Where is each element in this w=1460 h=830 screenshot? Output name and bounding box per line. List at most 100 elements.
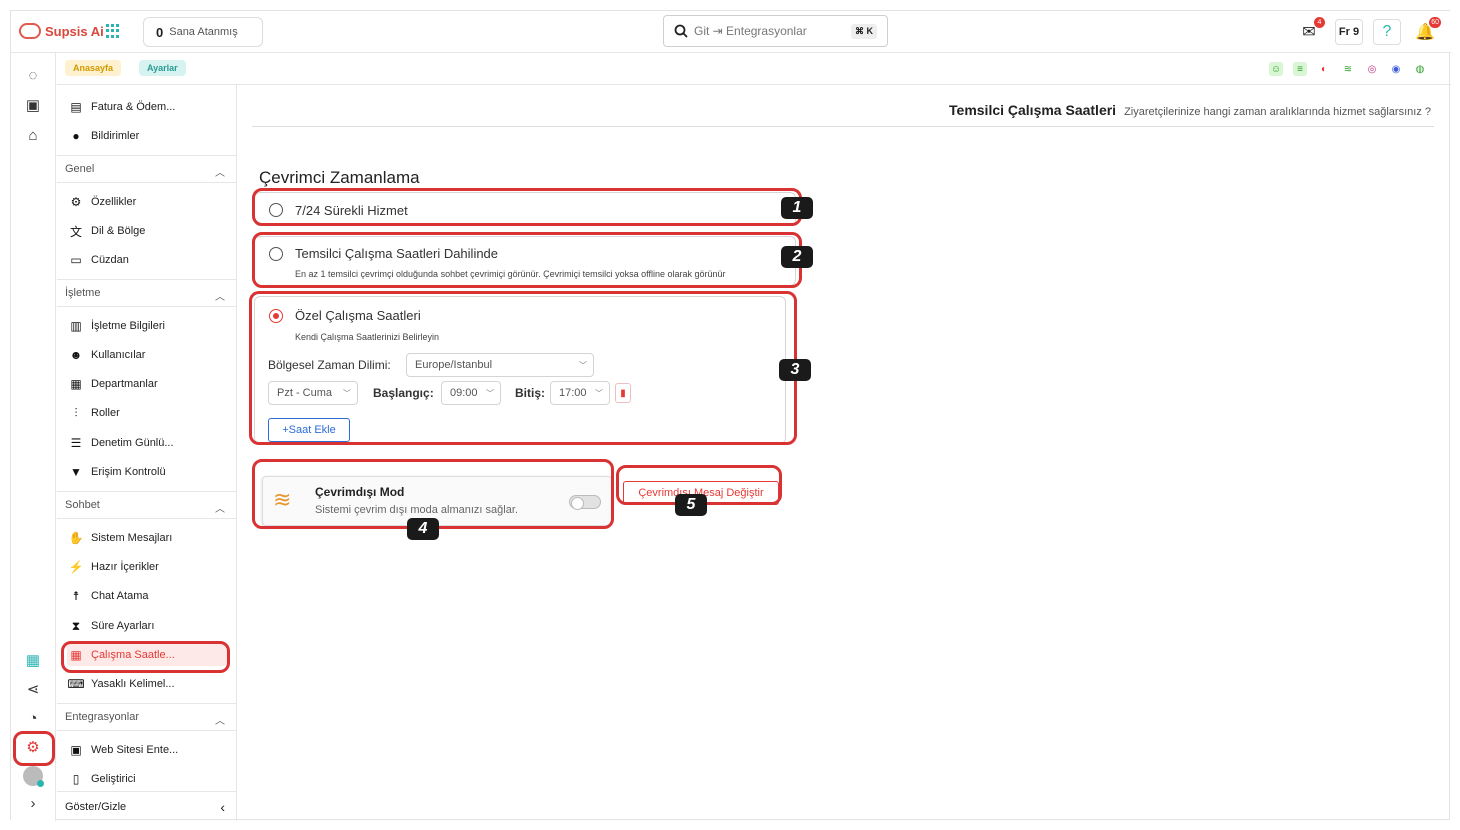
sidebar-item-label: İşletme Bilgileri — [91, 320, 165, 332]
sidebar-item-system-messages[interactable]: ✋ Sistem Mesajları — [69, 527, 229, 549]
building-icon: ▥ — [70, 319, 82, 333]
sidebar-item-working-hours[interactable]: ▦ Çalışma Saatle... — [67, 644, 229, 666]
keyboard-icon: ⌨ — [67, 677, 85, 691]
reports-icon[interactable]: ◔ — [21, 706, 45, 730]
sidebar-item-roles[interactable]: ⫶ Roller — [69, 402, 229, 424]
radio-24-7[interactable] — [269, 203, 283, 217]
chevron-left-icon: ‹ — [220, 798, 225, 815]
calendar-icon: ▦ — [70, 648, 82, 662]
sidebar-item-label: Departmanlar — [91, 378, 158, 390]
contacts-icon[interactable]: ▣ — [21, 93, 45, 117]
sidebar-item-label: Chat Atama — [91, 590, 149, 602]
sidebar-item-ready-content[interactable]: ⚡ Hazır İçerikler — [69, 556, 229, 578]
delete-icon[interactable]: ▮ — [615, 383, 631, 403]
share-icon[interactable]: ⋖ — [21, 677, 45, 701]
days-select[interactable]: Pzt - Cuma ﹀ — [268, 381, 358, 405]
sidebar-item-features[interactable]: ⚙ Özellikler — [69, 191, 229, 213]
sidebar-item-wallet[interactable]: ▭ Cüzdan — [69, 249, 229, 271]
section-title: Entegrasyonlar — [65, 711, 139, 723]
sidebar-item-business-info[interactable]: ▥ İşletme Bilgileri — [69, 315, 229, 337]
invoice-icon: ▤ — [70, 100, 82, 114]
brand-logo[interactable]: Supsis Ai — [19, 23, 104, 39]
assigned-to-you-button[interactable]: 0 Sana Atanmış — [143, 17, 263, 47]
section-title: Sohbet — [65, 499, 100, 511]
expand-chevron-icon[interactable]: › — [21, 791, 45, 815]
sidebar-item-billing[interactable]: ▤ Fatura & Ödem... — [69, 96, 229, 118]
sidebar-item-time-settings[interactable]: ⧗ Süre Ayarları — [69, 615, 229, 637]
sidebar-section-sohbet[interactable]: Sohbet ︿ — [57, 491, 236, 519]
language-button[interactable]: Fr 9 — [1335, 19, 1363, 45]
end-time-select[interactable]: 17:00 ﹀ — [550, 381, 610, 405]
wifi-channel-icon[interactable]: ≋ — [1341, 62, 1355, 76]
timezone-select[interactable]: Europe/Istanbul ﹀ — [406, 353, 594, 377]
mail-button[interactable]: ✉ 4 — [1295, 17, 1325, 45]
search-placeholder: Git ⇥ Entegrasyonlar — [694, 24, 807, 38]
instagram-icon[interactable]: ◎ — [1365, 62, 1379, 76]
sidebar-item-users[interactable]: ☻ Kullanıcılar — [69, 344, 229, 366]
chat-icon[interactable]: ◌ — [21, 63, 45, 87]
sidebar-item-departments[interactable]: ▦ Departmanlar — [69, 373, 229, 395]
apps-grid-icon[interactable] — [106, 24, 120, 38]
inbox-icon[interactable]: ⌂ — [21, 123, 45, 147]
bot-channel-icon[interactable]: ☺ — [1269, 62, 1283, 76]
annotation-number-5: 5 — [675, 494, 707, 516]
sidebar-item-label: Özellikler — [91, 196, 137, 208]
annotation-number-3: 3 — [779, 359, 811, 381]
option-label: 7/24 Sürekli Hizmet — [295, 203, 408, 218]
chevron-up-icon: ︿ — [215, 716, 225, 727]
person-icon: ☨ — [72, 589, 80, 603]
offline-description: Sistemi çevrim dışı moda almanızı sağlar… — [315, 504, 518, 516]
option-custom-hours[interactable]: Özel Çalışma Saatleri Kendi Çalışma Saat… — [254, 296, 786, 444]
messenger-icon[interactable]: ◉ — [1389, 62, 1403, 76]
option-label: Özel Çalışma Saatleri — [295, 308, 421, 323]
sidebar-section-genel[interactable]: Genel ︿ — [57, 155, 236, 183]
start-time-select[interactable]: 09:00 ﹀ — [441, 381, 501, 405]
help-button[interactable]: ? — [1373, 19, 1401, 45]
sidebar-item-banned-words[interactable]: ⌨ Yasaklı Kelimel... — [67, 673, 229, 695]
dashboard-icon[interactable]: ▦ — [21, 648, 45, 672]
radio-custom-hours[interactable] — [269, 309, 283, 323]
bolt-icon: ⚡ — [68, 560, 84, 574]
offline-mode-toggle[interactable] — [569, 495, 601, 510]
sidebar-item-label: Cüzdan — [91, 254, 129, 266]
list-channel-icon[interactable]: ≡ — [1293, 62, 1307, 76]
notifications-badge: 60 — [1429, 17, 1441, 28]
users-icon: ☻ — [69, 348, 83, 362]
sidebar-item-access-control[interactable]: ▼ Erişim Kontrolü — [69, 461, 229, 483]
option-description: En az 1 temsilci çevrimçi olduğunda sohb… — [295, 269, 726, 279]
sidebar-item-language[interactable]: 文 Dil & Bölge — [69, 220, 229, 242]
avatar[interactable] — [21, 764, 45, 788]
wifi-off-icon: ≋ — [273, 487, 292, 512]
whatsapp-icon[interactable]: ◍ — [1413, 62, 1427, 76]
sidebar-item-label: Sistem Mesajları — [91, 532, 173, 544]
voice-channel-icon[interactable]: ◐ — [1317, 62, 1331, 76]
annotation-number-4: 4 — [407, 518, 439, 540]
top-bar: Supsis Ai 0 Sana Atanmış Git ⇥ Entegrasy… — [11, 11, 1451, 53]
sidebar-item-label: Roller — [91, 407, 120, 419]
notifications-button[interactable]: 🔔 60 — [1411, 17, 1441, 45]
sidebar-section-entegrasyonlar[interactable]: Entegrasyonlar ︿ — [57, 703, 236, 731]
search-input[interactable]: Git ⇥ Entegrasyonlar ⌘ K — [663, 15, 888, 47]
radio-agent-hours[interactable] — [269, 247, 283, 261]
option-label: Temsilci Çalışma Saatleri Dahilinde — [295, 246, 499, 261]
sidebar-item-chat-assignment[interactable]: ☨ Chat Atama — [69, 585, 229, 607]
option-agent-hours[interactable]: Temsilci Çalışma Saatleri Dahilinde En a… — [254, 236, 796, 286]
brand-name: Supsis Ai — [45, 23, 104, 39]
sidebar-item-developer[interactable]: ▯ Geliştirici — [69, 768, 229, 790]
sidebar-item-website-integration[interactable]: ▣ Web Sitesi Ente... — [69, 739, 229, 761]
chevron-up-icon: ︿ — [215, 168, 225, 179]
breadcrumb-home[interactable]: Anasayfa — [65, 60, 122, 76]
sidebar-toggle[interactable]: Göster/Gizle ‹ — [57, 791, 236, 821]
sidebar-item-label: Bildirimler — [91, 130, 140, 142]
option-24-7[interactable]: 7/24 Sürekli Hizmet — [254, 192, 796, 226]
search-shortcut: ⌘ K — [851, 24, 877, 39]
settings-gear-icon[interactable]: ⚙ — [21, 735, 45, 759]
offline-title: Çevrimdışı Mod — [315, 485, 405, 499]
breadcrumb-settings[interactable]: Ayarlar — [139, 60, 186, 76]
sidebar-section-isletme[interactable]: İşletme ︿ — [57, 279, 236, 307]
sidebar-item-audit-log[interactable]: ☰ Denetim Günlü... — [69, 432, 229, 454]
translate-icon: 文 — [69, 224, 82, 239]
add-hour-button[interactable]: +Saat Ekle — [268, 418, 350, 442]
sidebar-item-notifications[interactable]: ● Bildirimler — [69, 125, 229, 147]
logo-icon — [19, 23, 41, 39]
